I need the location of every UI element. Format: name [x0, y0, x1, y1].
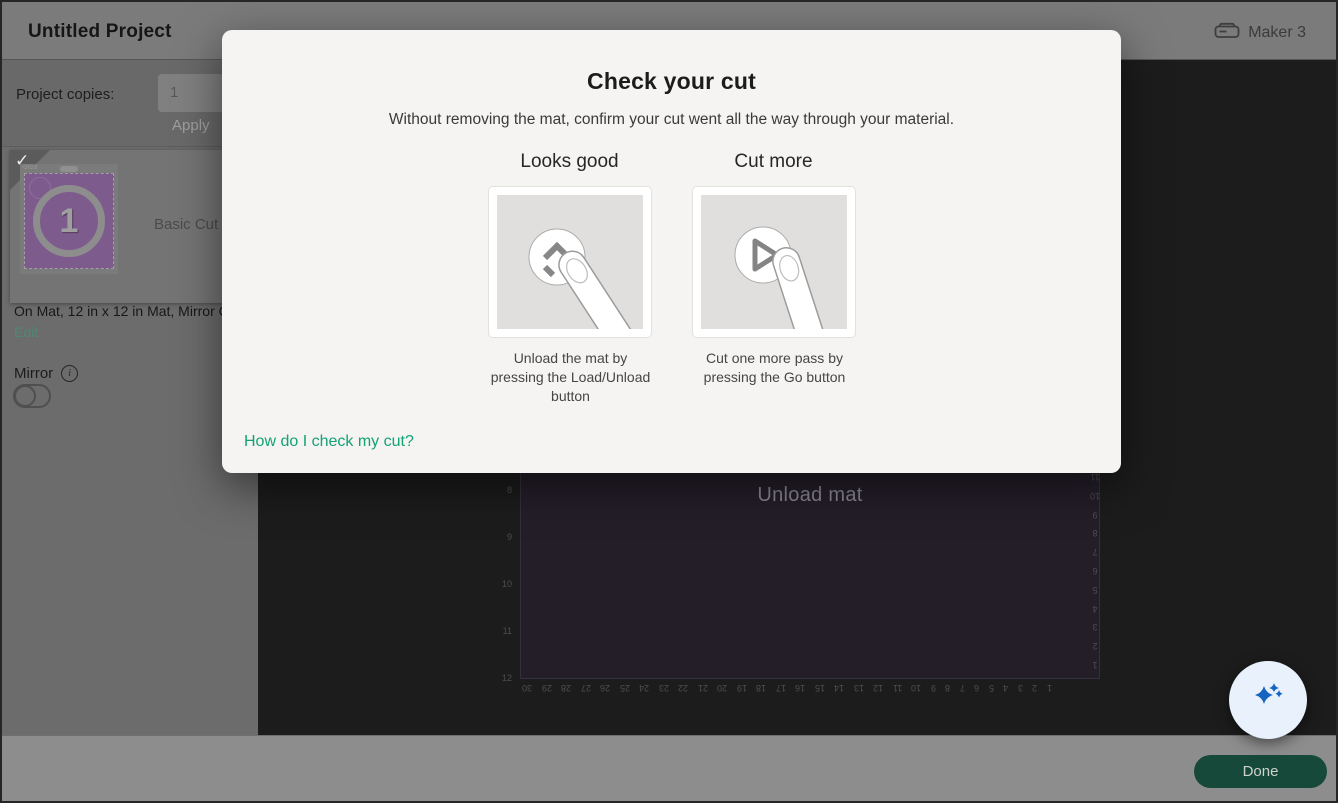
- mat-card[interactable]: ✓ cricut 1 Basic Cut: [10, 150, 250, 303]
- sparkles-icon: [1246, 677, 1290, 724]
- edit-link[interactable]: Edit: [14, 324, 38, 340]
- footer-bar: Done: [2, 735, 1336, 801]
- mat-thumbnail[interactable]: cricut 1: [20, 164, 118, 274]
- done-button[interactable]: Done: [1194, 755, 1327, 788]
- load-unload-button-icon: [497, 195, 643, 329]
- option-caption: Cut one more pass by pressing the Go but…: [692, 349, 858, 387]
- project-copies-label: Project copies:: [16, 86, 114, 103]
- ruler-right: 1110987654321: [1088, 471, 1102, 671]
- go-button-icon: [701, 195, 847, 329]
- modal-title: Check your cut: [222, 68, 1121, 95]
- info-icon[interactable]: i: [61, 365, 78, 382]
- mirror-toggle[interactable]: [13, 384, 51, 408]
- project-title: Untitled Project: [28, 21, 172, 43]
- mat-grip-tab: [60, 166, 78, 172]
- cut-type-label: Basic Cut: [154, 216, 218, 233]
- option-label: Cut more: [692, 151, 856, 173]
- option-label: Looks good: [488, 151, 652, 173]
- mat-brand-label: cricut: [23, 165, 37, 171]
- looks-good-card[interactable]: [488, 186, 652, 338]
- option-caption: Unload the mat by pressing the Load/Unlo…: [488, 349, 654, 406]
- ruler-bottom: 3029282726252423222120191817161514131211…: [522, 682, 1052, 694]
- option-cut-more: Cut more: [692, 151, 856, 406]
- check-your-cut-modal: Check your cut Without removing the mat,…: [222, 30, 1121, 473]
- machine-selector[interactable]: Maker 3: [1214, 22, 1306, 44]
- mirror-row: Mirror i: [14, 365, 78, 382]
- modal-subtitle: Without removing the mat, confirm your c…: [222, 111, 1121, 129]
- copies-value: 1: [170, 84, 178, 101]
- machine-label: Maker 3: [1248, 24, 1306, 42]
- ruler-left: 89101112: [496, 484, 512, 684]
- ai-assistant-button[interactable]: [1229, 661, 1307, 739]
- app-window: Untitled Project Maker 3 Project copies:…: [0, 0, 1338, 803]
- mat-status-text: Unload mat: [520, 484, 1100, 507]
- mirror-label: Mirror: [14, 365, 53, 382]
- machine-icon: [1214, 22, 1240, 44]
- toggle-knob: [14, 385, 36, 407]
- sidebar: Project copies: 1 Apply ✓ cricut 1: [2, 60, 258, 739]
- cut-more-card[interactable]: [692, 186, 856, 338]
- options-row: Looks good: [222, 151, 1121, 406]
- option-looks-good: Looks good: [488, 151, 652, 406]
- mat-step-number: 1: [25, 174, 113, 268]
- mat-artwork: 1: [24, 173, 114, 269]
- help-link[interactable]: How do I check my cut?: [244, 433, 414, 451]
- project-copies-toolbar: Project copies: 1 Apply: [2, 60, 258, 147]
- apply-button[interactable]: Apply: [172, 117, 210, 134]
